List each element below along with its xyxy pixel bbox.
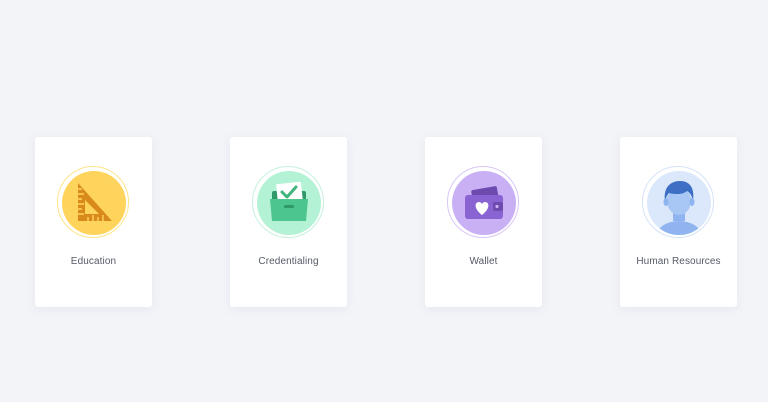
card-education[interactable]: Education — [35, 137, 152, 307]
human-resources-icon-ring — [642, 166, 714, 238]
education-icon-ring — [57, 166, 129, 238]
credentialing-icon-ring — [252, 166, 324, 238]
card-label-education: Education — [70, 256, 117, 267]
card-label-credentialing: Credentialing — [258, 256, 319, 267]
checked-folder-icon — [257, 171, 321, 235]
card-wallet[interactable]: Wallet — [425, 137, 542, 307]
card-label-wallet: Wallet — [469, 256, 498, 267]
wallet-icon-ring — [447, 166, 519, 238]
set-square-ruler-icon — [62, 171, 126, 235]
card-credentialing[interactable]: Credentialing — [230, 137, 347, 307]
card-human-resources[interactable]: Human Resources — [620, 137, 737, 307]
wallet-heart-icon — [452, 171, 516, 235]
person-head-icon — [647, 171, 711, 235]
card-label-human-resources: Human Resources — [636, 256, 721, 267]
